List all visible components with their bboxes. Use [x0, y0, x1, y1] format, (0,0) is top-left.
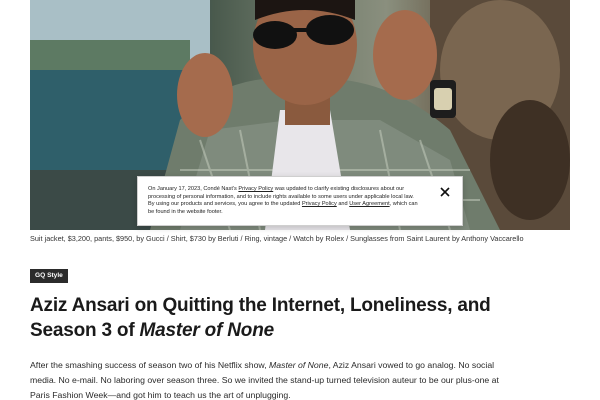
close-button[interactable]: [438, 185, 452, 199]
notice-text-part3: and: [336, 201, 350, 208]
privacy-policy-link-2[interactable]: Privacy Policy: [302, 201, 337, 207]
close-icon: [440, 187, 450, 197]
privacy-notice-banner: On January 17, 2023, Condé Nast’s Privac…: [137, 176, 463, 226]
privacy-policy-link[interactable]: Privacy Policy: [238, 186, 273, 192]
article-dek: After the smashing success of season two…: [30, 358, 500, 400]
section-tag[interactable]: GQ Style: [30, 269, 68, 283]
dek-show-title: Master of None: [269, 360, 329, 370]
notice-text-part1: On January 17, 2023, Condé Nast’s: [148, 186, 239, 192]
article-headline: Aziz Ansari on Quitting the Internet, Lo…: [30, 293, 550, 343]
user-agreement-link[interactable]: User Agreement: [349, 201, 389, 207]
dek-text-part1: After the smashing success of season two…: [30, 360, 270, 370]
privacy-notice-text: On January 17, 2023, Condé Nast’s Privac…: [148, 186, 418, 216]
headline-show-title: Master of None: [139, 320, 275, 341]
photo-caption: Suit jacket, $3,200, pants, $950, by Guc…: [30, 234, 524, 243]
